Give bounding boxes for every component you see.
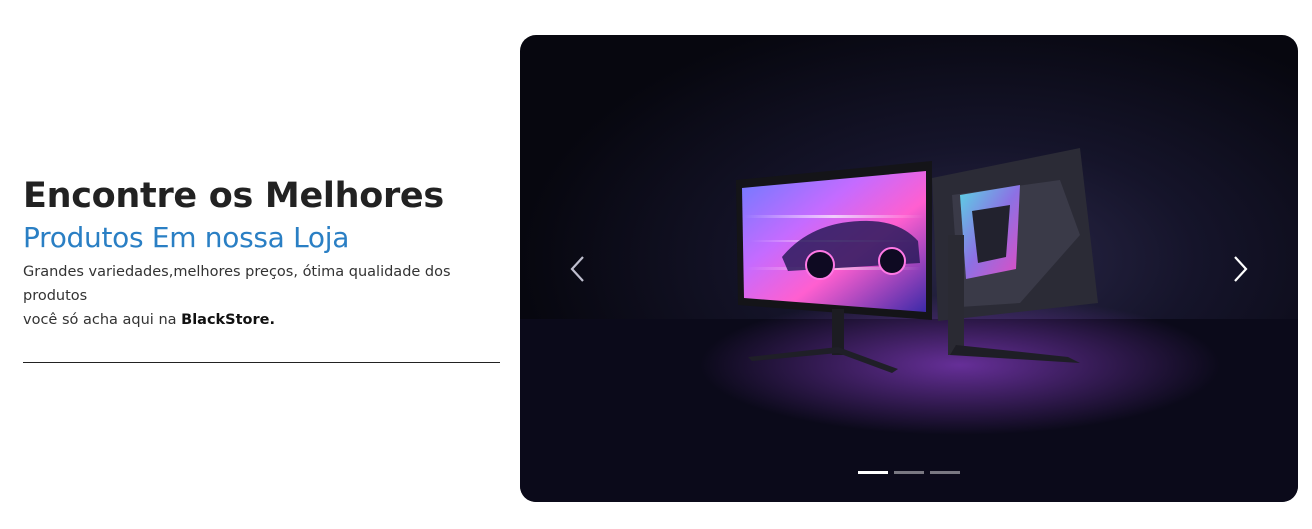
hero-text-block: Encontre os Melhores Produtos Em nossa L…	[23, 172, 501, 332]
carousel-indicator-1[interactable]	[858, 471, 888, 474]
carousel-indicators	[858, 471, 960, 474]
brand-name: BlackStore.	[181, 312, 276, 328]
hero-divider	[23, 362, 500, 363]
carousel-next-button[interactable]	[1222, 251, 1258, 287]
hero-headline: Encontre os Melhores	[23, 176, 444, 216]
carousel-indicator-2[interactable]	[894, 471, 924, 474]
description-line-1: Grandes variedades,melhores preços, ótim…	[23, 264, 451, 304]
hero-section: Encontre os Melhores Produtos Em nossa L…	[0, 0, 1312, 529]
product-carousel[interactable]	[520, 35, 1298, 502]
description-line-2: você só acha aqui na	[23, 312, 182, 328]
hero-subheadline: Produtos Em nossa Loja	[23, 221, 350, 254]
gaming-monitors-image	[520, 148, 1298, 502]
chevron-left-icon	[570, 256, 584, 282]
carousel-prev-button[interactable]	[560, 251, 596, 287]
hero-description: Grandes variedades,melhores preços, ótim…	[23, 260, 483, 332]
carousel-indicator-3[interactable]	[930, 471, 960, 474]
chevron-right-icon	[1234, 256, 1248, 282]
